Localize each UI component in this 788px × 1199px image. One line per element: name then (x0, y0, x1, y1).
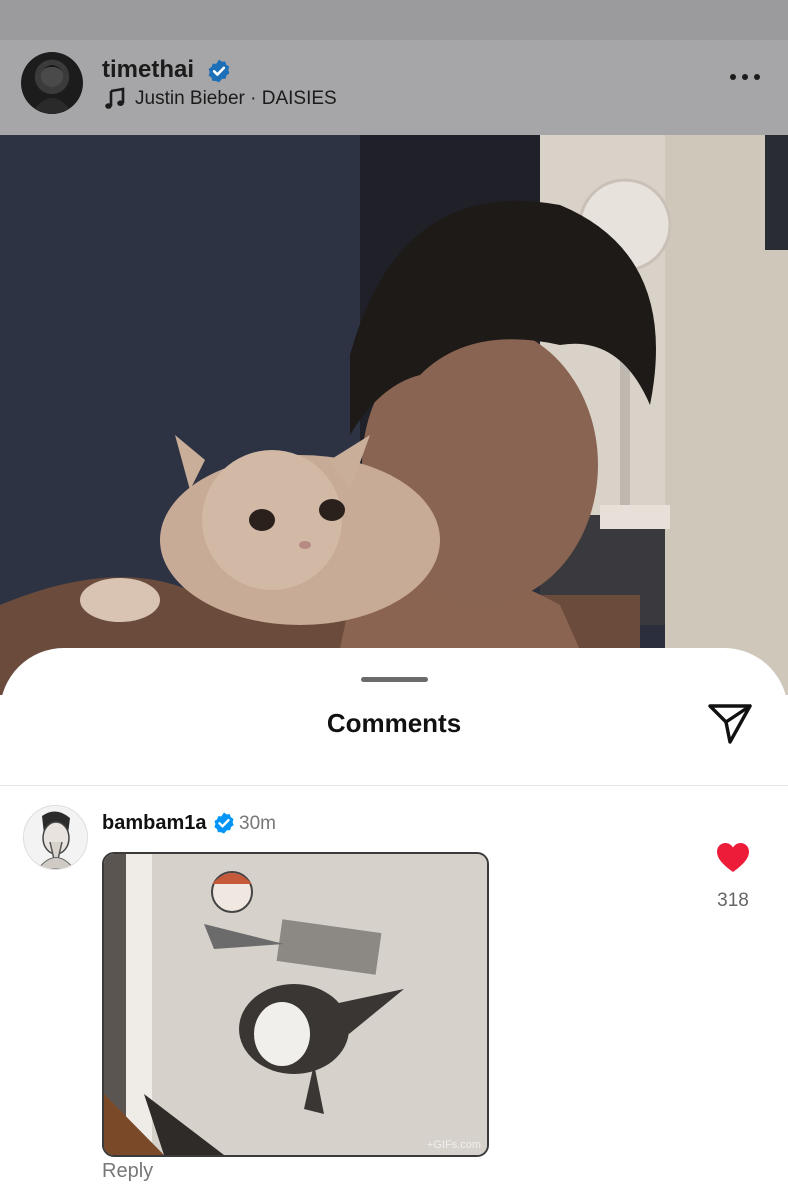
sheet-divider (0, 785, 788, 786)
paper-plane-icon[interactable] (706, 700, 754, 746)
reply-button[interactable]: Reply (102, 1160, 153, 1183)
comments-title: Comments (326, 708, 462, 738)
status-bar-area (0, 0, 788, 41)
verified-badge-icon (214, 812, 234, 834)
gif-watermark: +GIFs.com (426, 1139, 481, 1151)
post-header: timethai Justin Bieber · DAISIES (0, 40, 788, 135)
post-author-avatar[interactable] (21, 52, 83, 114)
song-info[interactable]: Justin Bieber · DAISIES (135, 88, 337, 110)
post-photo[interactable] (0, 135, 788, 695)
like-count: 318 (717, 890, 749, 911)
heart-icon[interactable] (716, 842, 750, 874)
post-author-username[interactable]: timethai (102, 56, 194, 84)
verified-badge-icon (208, 59, 230, 83)
commenter-avatar[interactable] (23, 805, 88, 870)
comments-sheet: Comments bambam1a 30m +GIFs.com Reply 31… (0, 648, 788, 1199)
more-options-icon[interactable] (728, 70, 762, 84)
comment-gif[interactable]: +GIFs.com (102, 852, 489, 1157)
commenter-username[interactable]: bambam1a (102, 812, 207, 835)
comment-timestamp: 30m (239, 813, 276, 834)
sheet-drag-handle[interactable] (361, 677, 428, 682)
music-note-icon (105, 87, 125, 109)
